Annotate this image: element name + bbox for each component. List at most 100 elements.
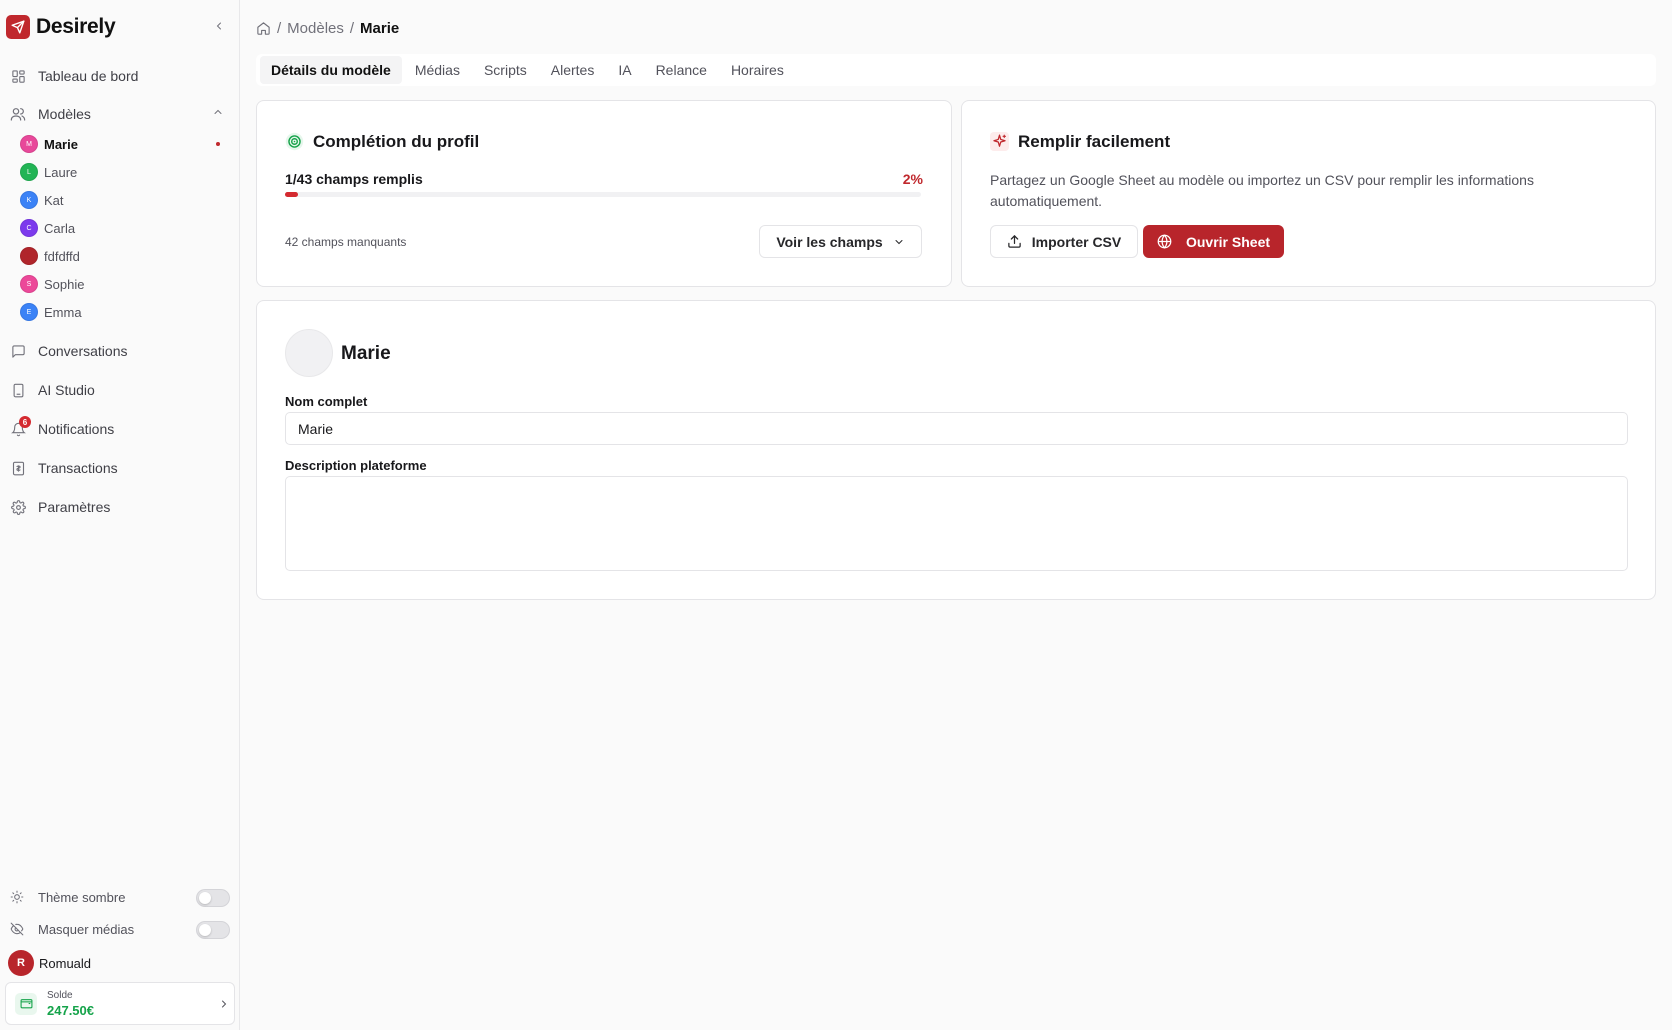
- receipt-icon: [10, 460, 26, 476]
- balance-card[interactable]: Solde 247.50€: [5, 982, 235, 1025]
- avatar: R: [8, 950, 34, 976]
- model-avatar: S: [20, 275, 38, 293]
- nav-label: Transactions: [38, 460, 118, 476]
- open-sheet-label: Ouvrir Sheet: [1185, 233, 1271, 250]
- full-name-label: Nom complet: [285, 394, 368, 409]
- model-name: Kat: [44, 192, 64, 208]
- collapse-sidebar-button[interactable]: [209, 16, 229, 36]
- nav-item-dashboard[interactable]: Tableau de bord: [0, 61, 240, 91]
- model-name: Laure: [44, 164, 78, 180]
- completion-progress-bar: [285, 192, 921, 197]
- model-item-carla[interactable]: C Carla: [20, 216, 230, 240]
- nav-item-models[interactable]: Modèles: [0, 99, 240, 129]
- nav-label: AI Studio: [38, 382, 95, 398]
- model-avatar: F: [20, 247, 38, 265]
- breadcrumb-separator: /: [277, 19, 282, 37]
- fill-easily-title: Remplir facilement: [1018, 132, 1171, 151]
- nav-item-conversations[interactable]: Conversations: [0, 336, 240, 366]
- breadcrumb: / Modèles / Marie: [256, 18, 399, 38]
- model-item-fdfdffd[interactable]: F fdfdffd: [20, 244, 230, 268]
- hide-media-toggle[interactable]: [196, 921, 230, 939]
- nav-item-notifications[interactable]: 6 Notifications: [0, 414, 240, 444]
- profile-name: Marie: [341, 343, 391, 364]
- fill-easily-description: Partagez un Google Sheet au modèle ou im…: [990, 172, 1534, 209]
- hide-media-label: Masquer médias: [38, 921, 135, 937]
- sparkles-icon: [990, 132, 1009, 151]
- tab-scripts[interactable]: Scripts: [473, 56, 538, 84]
- dark-theme-row: Thème sombre: [0, 884, 240, 910]
- model-avatar: E: [20, 303, 38, 321]
- user-profile[interactable]: R Romuald: [8, 950, 91, 976]
- nav-label: Conversations: [38, 343, 128, 359]
- platform-description-textarea[interactable]: [285, 476, 1628, 571]
- dark-theme-label: Thème sombre: [38, 889, 126, 905]
- completion-title: Complétion du profil: [313, 132, 480, 151]
- studio-icon: [10, 382, 26, 398]
- model-item-kat[interactable]: K Kat: [20, 188, 230, 212]
- active-indicator-dot: [216, 142, 220, 146]
- model-item-laure[interactable]: L Laure: [20, 160, 230, 184]
- sidebar: Desirely Tableau de bord Modèles M Marie…: [0, 0, 240, 1030]
- model-name: Carla: [44, 220, 76, 236]
- import-csv-label: Importer CSV: [1031, 233, 1122, 250]
- full-name-input[interactable]: [285, 412, 1628, 445]
- model-avatar: K: [20, 191, 38, 209]
- chevron-right-icon: [222, 1000, 227, 1008]
- model-item-sophie[interactable]: S Sophie: [20, 272, 230, 296]
- fields-filled-count: 1/43 champs remplis: [285, 171, 423, 187]
- completion-percent: 2%: [902, 171, 923, 187]
- chevron-up-icon[interactable]: [212, 106, 224, 118]
- tab-bar: Détails du modèle Médias Scripts Alertes…: [256, 54, 1656, 86]
- nav-item-transactions[interactable]: Transactions: [0, 453, 240, 483]
- tab-ai[interactable]: IA: [607, 56, 642, 84]
- missing-fields-count: 42 champs manquants: [285, 235, 407, 249]
- completion-progress-fill: [285, 192, 298, 197]
- notification-count-badge: 6: [19, 416, 31, 428]
- home-icon[interactable]: [256, 21, 271, 36]
- model-avatar: L: [20, 163, 38, 181]
- balance-amount: 247.50€: [47, 1002, 94, 1018]
- open-sheet-button[interactable]: Ouvrir Sheet: [1143, 225, 1284, 258]
- brand-name: Desirely: [36, 15, 116, 38]
- sun-icon: [10, 890, 24, 904]
- nav-label: Modèles: [38, 106, 91, 122]
- platform-description-label: Description plateforme: [285, 458, 427, 473]
- dashboard-icon: [10, 68, 26, 84]
- model-item-emma[interactable]: E Emma: [20, 300, 230, 324]
- chat-icon: [10, 343, 26, 359]
- import-csv-button[interactable]: Importer CSV: [990, 225, 1138, 258]
- gear-icon: [10, 499, 26, 515]
- nav-label: Notifications: [38, 421, 115, 437]
- breadcrumb-separator: /: [349, 19, 355, 37]
- desirely-logo-icon: [6, 15, 30, 39]
- breadcrumb-models-link[interactable]: Modèles: [287, 20, 344, 37]
- eye-off-icon: [10, 922, 24, 936]
- fill-easily-card: Remplir facilement Partagez un Google Sh…: [961, 100, 1656, 287]
- tab-media[interactable]: Médias: [404, 56, 471, 84]
- nav-item-settings[interactable]: Paramètres: [0, 492, 240, 522]
- model-avatar: C: [20, 219, 38, 237]
- view-fields-label: Voir les champs: [776, 233, 883, 250]
- user-name: Romuald: [39, 955, 92, 971]
- view-fields-button[interactable]: Voir les champs: [759, 225, 922, 258]
- wallet-icon: [15, 992, 37, 1015]
- dark-theme-toggle[interactable]: [196, 889, 230, 907]
- model-item-marie[interactable]: M Marie: [20, 132, 230, 156]
- profile-avatar[interactable]: [285, 329, 333, 377]
- tab-model-details[interactable]: Détails du modèle: [260, 56, 402, 84]
- tab-followup[interactable]: Relance: [645, 56, 718, 84]
- nav-label: Paramètres: [38, 499, 111, 515]
- brand[interactable]: Desirely: [6, 14, 116, 40]
- tab-schedule[interactable]: Horaires: [720, 56, 795, 84]
- nav-label: Tableau de bord: [38, 68, 139, 84]
- model-name: fdfdffd: [44, 248, 80, 264]
- tab-alerts[interactable]: Alertes: [540, 56, 606, 84]
- globe-icon: [1157, 234, 1172, 249]
- chevron-left-icon: [216, 22, 221, 30]
- target-icon: [285, 132, 304, 151]
- profile-form-card: Marie Nom complet Description plateforme: [256, 300, 1656, 600]
- bell-icon: 6: [10, 416, 31, 437]
- nav-item-ai-studio[interactable]: AI Studio: [0, 375, 240, 405]
- model-name: Sophie: [44, 276, 85, 292]
- balance-label: Solde: [47, 989, 73, 1001]
